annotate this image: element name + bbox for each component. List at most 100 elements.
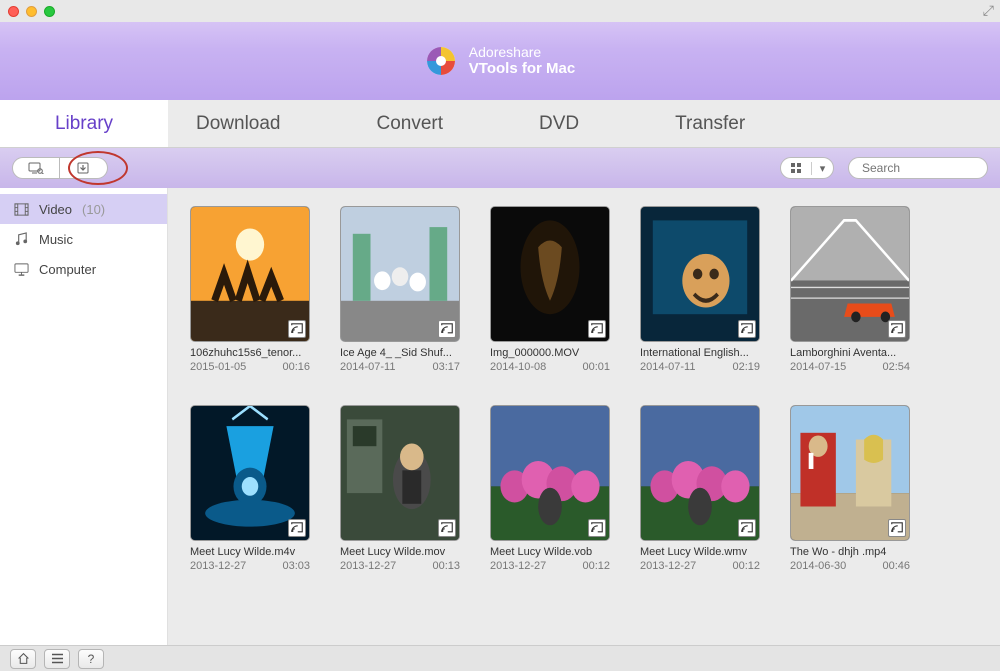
video-name: Img_000000.MOV xyxy=(490,347,610,359)
brand-name: Adoreshare xyxy=(469,44,575,60)
video-date: 2014-10-08 xyxy=(490,361,546,373)
video-date: 2014-07-11 xyxy=(640,361,695,373)
video-name: Lamborghini Aventa... xyxy=(790,347,910,359)
footer: ? xyxy=(0,645,1000,671)
video-card[interactable]: Meet Lucy Wilde.wmv 2013-12-27 00:12 xyxy=(640,405,760,572)
cast-badge-icon xyxy=(738,519,756,537)
scan-device-button[interactable] xyxy=(12,157,60,179)
video-duration: 00:46 xyxy=(882,560,910,572)
video-thumbnail[interactable] xyxy=(640,405,760,541)
video-name: Ice Age 4_ _Sid Shuf... xyxy=(340,347,460,359)
main-tabs: Library Download Convert DVD Transfer xyxy=(0,100,1000,148)
app-header: Adoreshare VTools for Mac xyxy=(0,22,1000,100)
menu-button[interactable] xyxy=(44,649,70,669)
sidebar-item-label: Video xyxy=(39,202,72,217)
dropdown-arrow-icon: ▾ xyxy=(811,162,833,175)
cast-badge-icon xyxy=(588,320,606,338)
cast-badge-icon xyxy=(738,320,756,338)
view-mode-button[interactable]: ▾ xyxy=(780,157,834,179)
video-name: The Wo - dhjh .mp4 xyxy=(790,546,910,558)
question-icon: ? xyxy=(88,652,95,666)
search-input[interactable] xyxy=(862,161,1000,175)
video-date: 2013-12-27 xyxy=(190,560,246,572)
window-controls xyxy=(8,6,55,17)
video-card[interactable]: Meet Lucy Wilde.vob 2013-12-27 00:12 xyxy=(490,405,610,572)
video-duration: 03:03 xyxy=(282,560,310,572)
tab-dvd[interactable]: DVD xyxy=(511,100,607,147)
video-duration: 02:19 xyxy=(732,361,760,373)
video-card[interactable]: Lamborghini Aventa... 2014-07-15 02:54 xyxy=(790,206,910,373)
toolbar: ▾ xyxy=(0,148,1000,188)
search-field[interactable] xyxy=(848,157,988,179)
menu-icon xyxy=(51,653,64,664)
video-thumbnail[interactable] xyxy=(190,405,310,541)
brand-product: VTools for Mac xyxy=(469,60,575,77)
video-date: 2014-07-15 xyxy=(790,361,846,373)
cast-badge-icon xyxy=(288,519,306,537)
home-button[interactable] xyxy=(10,649,36,669)
import-icon xyxy=(77,162,91,174)
cast-badge-icon xyxy=(888,320,906,338)
monitor-icon xyxy=(14,262,29,277)
sidebar-item-count: (10) xyxy=(82,202,105,217)
fullscreen-icon[interactable]: ⤢ xyxy=(983,2,994,19)
video-date: 2014-06-30 xyxy=(790,560,846,572)
film-icon xyxy=(14,202,29,217)
video-name: Meet Lucy Wilde.vob xyxy=(490,546,610,558)
video-thumbnail[interactable] xyxy=(340,405,460,541)
video-card[interactable]: Meet Lucy Wilde.m4v 2013-12-27 03:03 xyxy=(190,405,310,572)
home-icon xyxy=(17,652,30,665)
sidebar-item-video[interactable]: Video (10) xyxy=(0,194,167,224)
sidebar-item-label: Computer xyxy=(39,262,96,277)
video-name: Meet Lucy Wilde.wmv xyxy=(640,546,760,558)
video-card[interactable]: Ice Age 4_ _Sid Shuf... 2014-07-11 03:17 xyxy=(340,206,460,373)
video-card[interactable]: International English... 2014-07-11 02:1… xyxy=(640,206,760,373)
video-grid: 106zhuhc15s6_tenor... 2015-01-05 00:16 I… xyxy=(168,188,1000,645)
import-button[interactable] xyxy=(60,157,108,179)
sidebar: Video (10) Music Computer xyxy=(0,188,168,645)
video-duration: 00:12 xyxy=(582,560,610,572)
video-thumbnail[interactable] xyxy=(640,206,760,342)
cast-badge-icon xyxy=(438,320,456,338)
cast-badge-icon xyxy=(438,519,456,537)
video-duration: 00:13 xyxy=(432,560,460,572)
tab-convert[interactable]: Convert xyxy=(349,100,472,147)
help-button[interactable]: ? xyxy=(78,649,104,669)
tab-download[interactable]: Download xyxy=(168,100,309,147)
video-duration: 00:01 xyxy=(582,361,610,373)
video-duration: 02:54 xyxy=(882,361,910,373)
tab-library[interactable]: Library xyxy=(0,100,168,147)
music-note-icon xyxy=(14,232,29,247)
video-name: Meet Lucy Wilde.mov xyxy=(340,546,460,558)
cast-badge-icon xyxy=(888,519,906,537)
grid-view-icon xyxy=(781,163,811,173)
video-duration: 00:16 xyxy=(282,361,310,373)
sidebar-item-computer[interactable]: Computer xyxy=(0,254,167,284)
sidebar-item-label: Music xyxy=(39,232,73,247)
brand: Adoreshare VTools for Mac xyxy=(425,44,575,77)
video-name: International English... xyxy=(640,347,760,359)
video-thumbnail[interactable] xyxy=(490,206,610,342)
video-card[interactable]: Img_000000.MOV 2014-10-08 00:01 xyxy=(490,206,610,373)
video-thumbnail[interactable] xyxy=(790,206,910,342)
zoom-window-button[interactable] xyxy=(44,6,55,17)
video-thumbnail[interactable] xyxy=(490,405,610,541)
video-thumbnail[interactable] xyxy=(340,206,460,342)
video-duration: 00:12 xyxy=(732,560,760,572)
minimize-window-button[interactable] xyxy=(26,6,37,17)
video-date: 2014-07-11 xyxy=(340,361,395,373)
sidebar-item-music[interactable]: Music xyxy=(0,224,167,254)
close-window-button[interactable] xyxy=(8,6,19,17)
video-thumbnail[interactable] xyxy=(790,405,910,541)
video-card[interactable]: 106zhuhc15s6_tenor... 2015-01-05 00:16 xyxy=(190,206,310,373)
video-duration: 03:17 xyxy=(432,361,460,373)
video-thumbnail[interactable] xyxy=(190,206,310,342)
video-name: 106zhuhc15s6_tenor... xyxy=(190,347,310,359)
video-card[interactable]: The Wo - dhjh .mp4 2014-06-30 00:46 xyxy=(790,405,910,572)
video-date: 2013-12-27 xyxy=(340,560,396,572)
video-date: 2013-12-27 xyxy=(490,560,546,572)
tab-transfer[interactable]: Transfer xyxy=(647,100,773,147)
video-card[interactable]: Meet Lucy Wilde.mov 2013-12-27 00:13 xyxy=(340,405,460,572)
video-date: 2013-12-27 xyxy=(640,560,696,572)
titlebar: ⤢ xyxy=(0,0,1000,22)
